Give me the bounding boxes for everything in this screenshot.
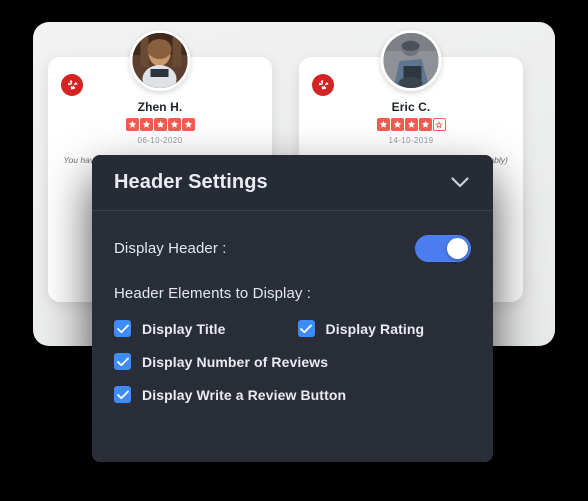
checkmark-icon[interactable] [114, 386, 131, 403]
panel-header: Header Settings [92, 155, 493, 211]
checkbox-label: Display Title [142, 320, 226, 337]
reviewer-name: Eric C. [391, 100, 431, 114]
star-filled-icon [404, 118, 418, 131]
star-filled-icon [139, 118, 153, 131]
yelp-burst-icon [61, 74, 83, 96]
checkmark-icon[interactable] [114, 353, 131, 370]
checkbox-label: Display Rating [325, 320, 425, 337]
star-filled-icon [181, 118, 195, 131]
star-filled-icon [390, 118, 404, 131]
checkbox-display-rating[interactable]: Display Rating [297, 320, 425, 337]
star-empty-icon [432, 118, 446, 131]
checkbox-row: Display Number of Reviews [114, 353, 471, 370]
star-rating [299, 118, 523, 131]
reviewer-name: Zhen H. [137, 100, 183, 114]
avatar [129, 30, 191, 91]
page-title: Header Settings [114, 171, 268, 193]
star-rating [48, 118, 272, 131]
checkmark-icon[interactable] [114, 320, 131, 337]
checkbox-row: Display Title Display Rating [114, 320, 471, 337]
display-header-label: Display Header : [114, 239, 227, 257]
toggle-knob [447, 237, 468, 259]
checkbox-display-title[interactable]: Display Title [114, 320, 226, 337]
star-filled-icon [418, 118, 432, 131]
checkbox-label: Display Write a Review Button [142, 386, 347, 403]
checkmark-icon[interactable] [297, 320, 315, 337]
display-header-toggle[interactable] [415, 234, 471, 262]
review-date: 14-10-2019 [388, 136, 434, 145]
star-filled-icon [376, 118, 390, 131]
panel-body: Display Header : Header Elements to Disp… [92, 211, 493, 403]
avatar [380, 30, 442, 91]
yelp-burst-icon [312, 74, 334, 96]
chevron-down-icon[interactable] [450, 173, 470, 193]
star-filled-icon [125, 118, 139, 131]
header-elements-label: Header Elements to Display : [114, 285, 312, 302]
checkbox-label: Display Number of Reviews [142, 353, 329, 370]
header-settings-panel: Header Settings Display Header : Header … [92, 155, 493, 462]
review-date: 06-10-2020 [137, 136, 183, 145]
checkbox-display-write-a-review-button[interactable]: Display Write a Review Button [114, 386, 346, 403]
checkbox-row: Display Write a Review Button [114, 386, 471, 403]
checkbox-display-number-of-reviews[interactable]: Display Number of Reviews [114, 353, 328, 370]
star-filled-icon [153, 118, 167, 131]
star-filled-icon [167, 118, 181, 131]
display-header-row: Display Header : [114, 211, 471, 285]
